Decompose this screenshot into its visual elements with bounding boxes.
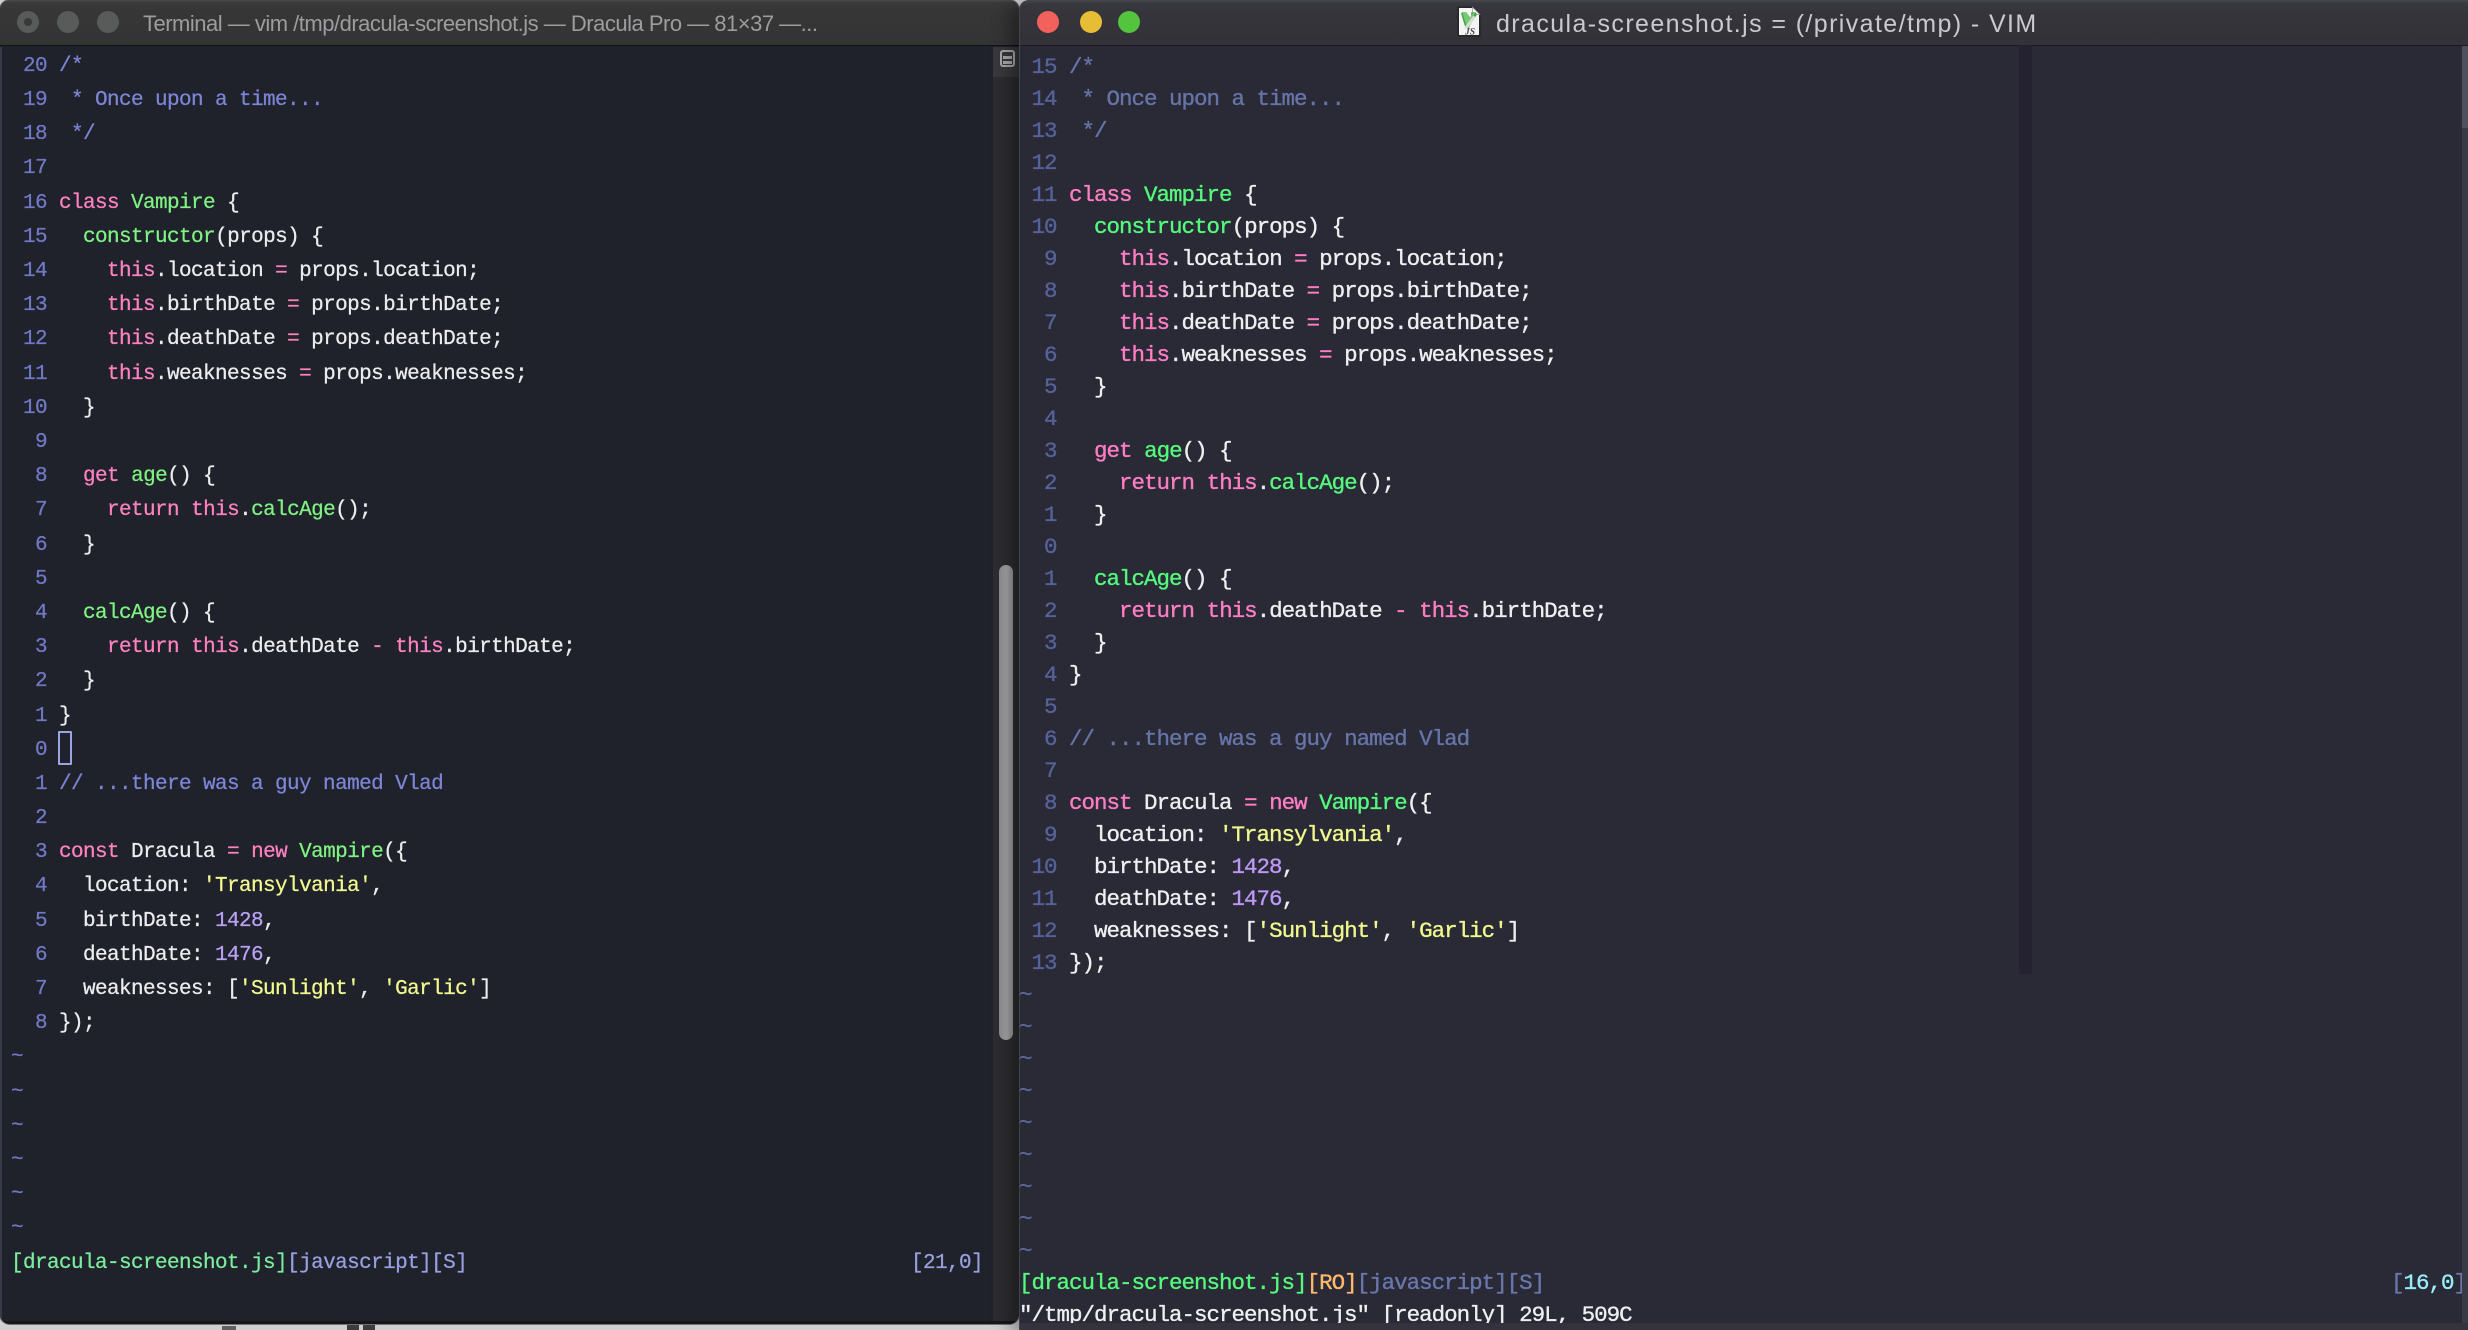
svg-text:JS: JS — [1464, 28, 1475, 38]
